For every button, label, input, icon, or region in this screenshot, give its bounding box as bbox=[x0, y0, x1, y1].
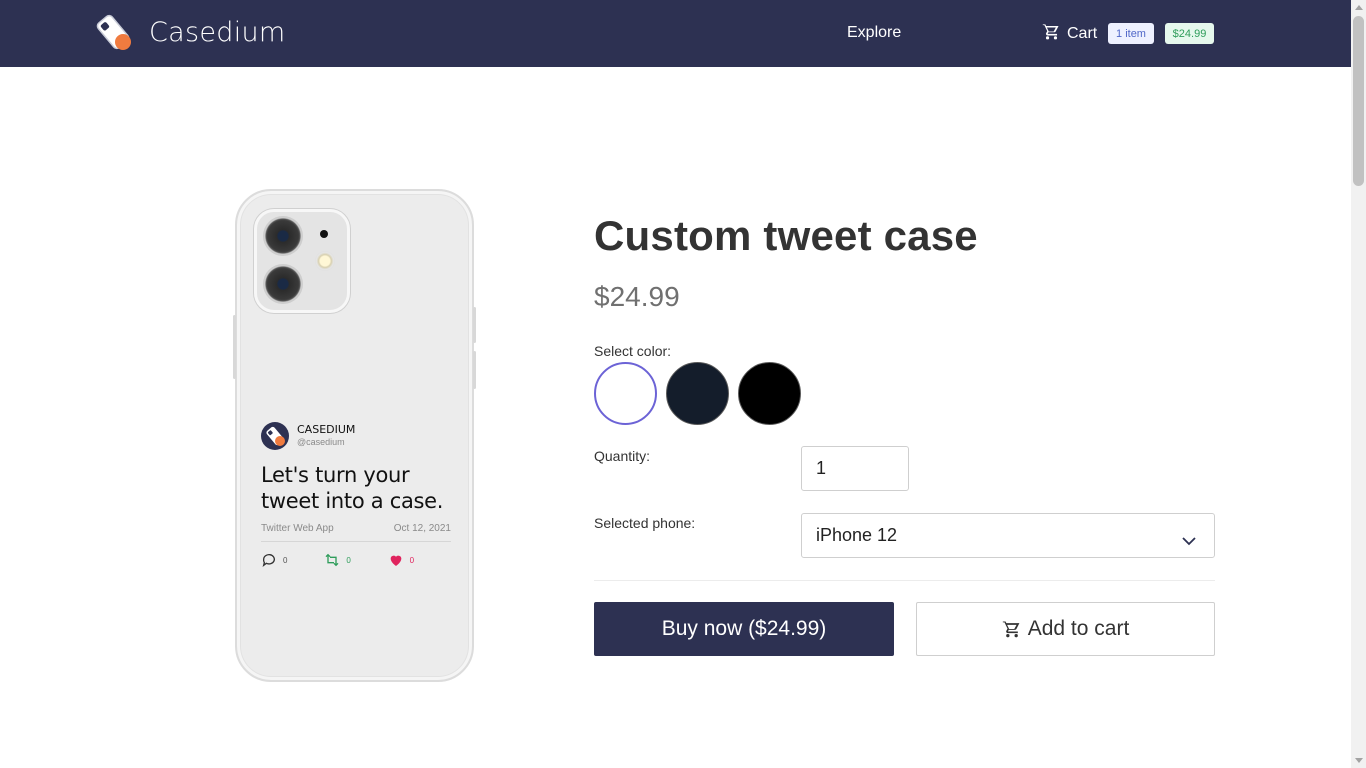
section-divider bbox=[594, 580, 1215, 581]
camera-lens-icon bbox=[263, 264, 303, 304]
color-swatch-navy[interactable] bbox=[666, 362, 729, 425]
chevron-down-icon bbox=[1182, 530, 1196, 551]
tweet-author-name: CASEDIUM bbox=[297, 423, 356, 436]
phone-side-button bbox=[473, 351, 476, 389]
flash-icon bbox=[315, 251, 335, 271]
buy-now-button[interactable]: Buy now ($24.99) bbox=[594, 602, 894, 656]
page-scrollbar[interactable] bbox=[1351, 0, 1366, 768]
top-navbar: Casedium Explore Cart 1 item $24.99 bbox=[0, 0, 1351, 67]
tweet-replies: 0 bbox=[261, 552, 324, 568]
scroll-down-arrow-icon[interactable] bbox=[1355, 758, 1363, 763]
color-label: Select color: bbox=[594, 343, 672, 359]
comment-icon bbox=[262, 554, 275, 567]
add-to-cart-label: Add to cart bbox=[1027, 617, 1130, 640]
quantity-input[interactable] bbox=[801, 446, 909, 491]
color-swatch-black[interactable] bbox=[738, 362, 801, 425]
reply-count: 0 bbox=[283, 555, 288, 565]
phone-case-logo-icon bbox=[94, 13, 132, 51]
cart-label: Cart bbox=[1067, 25, 1098, 42]
cart-total-badge: $24.99 bbox=[1165, 23, 1214, 44]
scroll-up-arrow-icon[interactable] bbox=[1355, 5, 1363, 10]
retweet-count: 0 bbox=[346, 555, 351, 565]
brand-logo[interactable]: Casedium bbox=[94, 13, 286, 51]
cart-icon bbox=[1002, 620, 1020, 638]
color-swatch-white[interactable] bbox=[594, 362, 657, 425]
retweet-icon bbox=[325, 553, 339, 567]
like-count: 0 bbox=[409, 555, 415, 565]
camera-module bbox=[254, 209, 350, 313]
heart-icon bbox=[390, 555, 401, 566]
scroll-thumb[interactable] bbox=[1353, 16, 1364, 186]
camera-lens-icon bbox=[263, 216, 303, 256]
product-price: $24.99 bbox=[594, 281, 680, 312]
product-title: Custom tweet case bbox=[594, 212, 978, 259]
tweet-author-handle: @casedium bbox=[297, 437, 345, 447]
cart-link[interactable]: Cart bbox=[1042, 22, 1097, 46]
tweet-date: Oct 12, 2021 bbox=[393, 523, 451, 534]
tweet-retweets: 0 bbox=[324, 552, 387, 568]
add-to-cart-button[interactable]: Add to cart bbox=[916, 602, 1215, 656]
tweet-card: CASEDIUM @casedium Let's turn your tweet… bbox=[261, 422, 451, 568]
nav-link-explore[interactable]: Explore bbox=[847, 24, 901, 42]
avatar bbox=[261, 422, 289, 450]
phone-model-value: iPhone 12 bbox=[816, 525, 898, 545]
tweet-text: Let's turn your tweet into a case. bbox=[261, 463, 444, 513]
phone-side-button bbox=[473, 307, 476, 343]
cart-count-badge: 1 item bbox=[1108, 23, 1154, 44]
quantity-label: Quantity: bbox=[594, 448, 651, 464]
tweet-likes: 0 bbox=[388, 552, 451, 568]
phone-side-button bbox=[233, 315, 236, 379]
phone-model-select[interactable]: iPhone 12 bbox=[801, 513, 1215, 558]
mic-dot-icon bbox=[320, 230, 328, 238]
cart-icon bbox=[1042, 22, 1061, 46]
tweet-source: Twitter Web App bbox=[261, 523, 334, 534]
phone-case-preview: CASEDIUM @casedium Let's turn your tweet… bbox=[233, 189, 476, 682]
brand-name: Casedium bbox=[149, 16, 286, 48]
phone-model-label: Selected phone: bbox=[594, 515, 696, 531]
